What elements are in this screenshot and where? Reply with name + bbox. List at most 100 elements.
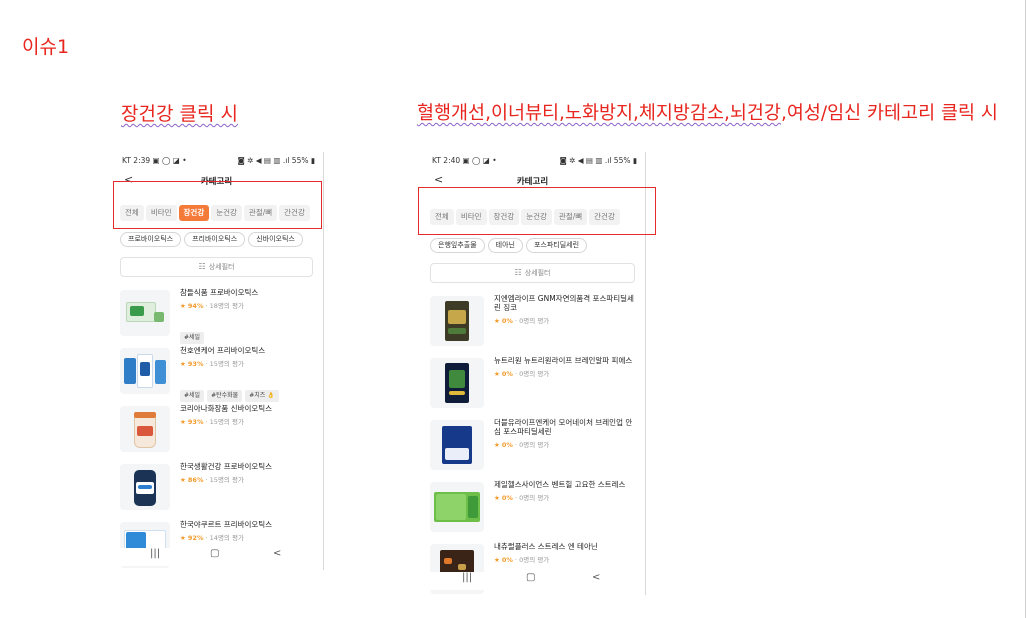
back-nav-icon[interactable]: < [273, 548, 281, 559]
rating-score: 0% [501, 317, 513, 325]
star-icon: ★ [180, 302, 186, 310]
highlight-box-right [418, 187, 656, 235]
review-count: 0명의 평가 [519, 441, 550, 449]
product-name: 한국생활건강 프로바이오틱스 [180, 462, 273, 471]
highlight-box-left [113, 181, 322, 229]
filter-icon: ☷ [514, 268, 522, 277]
chip-ginkgo[interactable]: 은행잎추출물 [430, 238, 485, 253]
product-name: 한국야쿠르트 프리바이오틱스 [180, 520, 273, 529]
caption-right-underlined: 혈행개선,이너뷰티,노화방지,체지방감소,뇌건강 [417, 103, 781, 124]
star-icon: ★ [494, 370, 500, 378]
product-rating: ★ 0% · 0명의 평가 [494, 317, 550, 325]
rating-score: 93% [187, 360, 204, 368]
detail-filter-button[interactable]: ☷ 상세필터 [430, 263, 635, 283]
page-title: 카테고리 [516, 177, 549, 187]
subcategory-chips: 프로바이오틱스 프리바이오틱스 신바이오틱스 [120, 226, 306, 247]
review-count: 15명의 평가 [209, 476, 244, 484]
rating-score: 0% [501, 494, 513, 502]
tag-chip: #세일 [180, 390, 205, 402]
rating-score: 86% [187, 476, 204, 484]
detail-filter-label: 상세필터 [208, 263, 235, 271]
product-image [120, 464, 170, 510]
recent-apps-icon[interactable]: ||| [150, 548, 160, 559]
chip-prebiotics[interactable]: 프리바이오틱스 [184, 232, 246, 247]
detail-filter-label: 상세필터 [524, 269, 551, 277]
product-rating: ★ 93% · 15명의 평가 [180, 360, 244, 368]
star-icon: ★ [180, 360, 186, 368]
chip-phosphatidylserine[interactable]: 포스파티딜세린 [525, 238, 588, 253]
status-bar: KT 2:39 ▣ ◯ ◪ • ◙ ✲ ◀ ▤ ▥ .ıl 55% ▮ [110, 156, 323, 168]
product-name: 제일헬스사이언스 벤트힐 고요한 스트레스 [494, 480, 626, 489]
product-name: 천호엔케어 프리바이오틱스 [180, 346, 266, 355]
list-item[interactable]: 천호엔케어 프리바이오틱스 ★ 93% · 15명의 평가 #세일 #탄수화물 #치… [120, 346, 317, 404]
rating-score: 93% [187, 418, 204, 426]
list-item[interactable]: 참들식품 프로바이오틱스 ★ 94% · 18명의 평가 #세일 [120, 288, 317, 346]
chip-theanine[interactable]: 테아닌 [487, 238, 523, 253]
detail-filter-button[interactable]: ☷ 상세필터 [120, 257, 313, 277]
product-rating: ★ 92% · 14명의 평가 [180, 534, 244, 542]
list-item[interactable]: 더블유라이프엔케어 모어네이처 브레인업 안심 포스파티딜세린 ★ 0% · 0… [430, 418, 639, 480]
product-rating: ★ 93% · 15명의 평가 [180, 418, 244, 426]
review-count: 14명의 평가 [209, 534, 244, 542]
product-name: 뉴트리원 뉴트리원라이프 브레인알파 피에스 [494, 356, 633, 365]
status-left: KT 2:40 ▣ ◯ ◪ • [432, 156, 497, 165]
chip-synbiotics[interactable]: 신바이오틱스 [248, 232, 303, 247]
product-list: 참들식품 프로바이오틱스 ★ 94% · 18명의 평가 #세일 천호엔케어 프… [120, 288, 317, 570]
list-item[interactable]: 한국생활건강 프로바이오틱스 ★ 86% · 15명의 평가 [120, 462, 317, 520]
android-nav-bar: ||| ▢ < [110, 548, 323, 566]
slide-title: 이슈1 [22, 36, 70, 58]
subcategory-chips: 은행잎추출물 테아닌 포스파티딜세린 [430, 232, 590, 253]
review-count: 0명의 평가 [519, 317, 550, 325]
review-count: 18명의 평가 [209, 302, 244, 310]
star-icon: ★ [180, 534, 186, 542]
product-image [120, 348, 170, 394]
product-rating: ★ 86% · 15명의 평가 [180, 476, 244, 484]
product-list: 지엔엠라이프 GNM자연의품격 포스파티딜세린 징코 ★ 0% · 0명의 평가… [430, 294, 639, 595]
product-tags: #세일 [180, 324, 315, 344]
caption-right: 혈행개선,이너뷰티,노화방지,체지방감소,뇌건강,여성/임신 카테고리 클릭 시 [417, 99, 998, 125]
list-item[interactable]: 제일헬스사이언스 벤트힐 고요한 스트레스 ★ 0% · 0명의 평가 [430, 480, 639, 542]
recent-apps-icon[interactable]: ||| [462, 572, 472, 583]
tag-chip: #탄수화물 [207, 390, 243, 402]
list-item[interactable]: 코리아나화장품 신바이오틱스 ★ 93% · 15명의 평가 [120, 404, 317, 462]
back-nav-icon[interactable]: < [592, 572, 600, 583]
product-image [120, 406, 170, 452]
product-rating: ★ 94% · 18명의 평가 [180, 302, 244, 310]
product-rating: ★ 0% · 0명의 평가 [494, 494, 550, 502]
home-icon[interactable]: ▢ [210, 548, 219, 559]
status-right: ◙ ✲ ◀ ▤ ▥ .ıl 55% ▮ [559, 156, 637, 165]
rating-score: 92% [187, 534, 204, 542]
list-item[interactable]: 뉴트리원 뉴트리원라이프 브레인알파 피에스 ★ 0% · 0명의 평가 [430, 356, 639, 418]
review-count: 15명의 평가 [209, 418, 244, 426]
tag-chip: #치즈 👌 [245, 390, 279, 402]
product-image [430, 420, 484, 470]
rating-score: 0% [501, 370, 513, 378]
star-icon: ★ [180, 476, 186, 484]
android-nav-bar: ||| ▢ < [420, 572, 645, 590]
star-icon: ★ [494, 494, 500, 502]
list-item[interactable]: 지엔엠라이프 GNM자연의품격 포스파티딜세린 징코 ★ 0% · 0명의 평가 [430, 294, 639, 356]
product-name: 지엔엠라이프 GNM자연의품격 포스파티딜세린 징코 [494, 294, 634, 312]
tag-chip: #세일 [180, 332, 205, 344]
product-name: 내츄럴플러스 스트레스 엔 테아닌 [494, 542, 598, 551]
product-tags: #세일 #탄수화물 #치즈 👌 [180, 382, 315, 402]
review-count: 0명의 평가 [519, 494, 550, 502]
rating-score: 0% [501, 441, 513, 449]
product-image [120, 290, 170, 336]
product-rating: ★ 0% · 0명의 평가 [494, 370, 550, 378]
star-icon: ★ [494, 441, 500, 449]
star-icon: ★ [180, 418, 186, 426]
caption-right-rest: ,여성/임신 카테고리 클릭 시 [780, 103, 998, 124]
rating-score: 0% [501, 556, 513, 564]
product-rating: ★ 0% · 0명의 평가 [494, 441, 550, 449]
star-icon: ★ [494, 556, 500, 564]
star-icon: ★ [494, 317, 500, 325]
chip-probiotics[interactable]: 프로바이오틱스 [120, 232, 182, 247]
status-left: KT 2:39 ▣ ◯ ◪ • [122, 156, 187, 165]
review-count: 15명의 평가 [209, 360, 244, 368]
status-right: ◙ ✲ ◀ ▤ ▥ .ıl 55% ▮ [237, 156, 315, 165]
caption-left: 장건강 클릭 시 [121, 99, 238, 126]
product-rating: ★ 0% · 0명의 평가 [494, 556, 550, 564]
product-name: 더블유라이프엔케어 모어네이처 브레인업 안심 포스파티딜세린 [494, 418, 633, 436]
home-icon[interactable]: ▢ [526, 572, 535, 583]
